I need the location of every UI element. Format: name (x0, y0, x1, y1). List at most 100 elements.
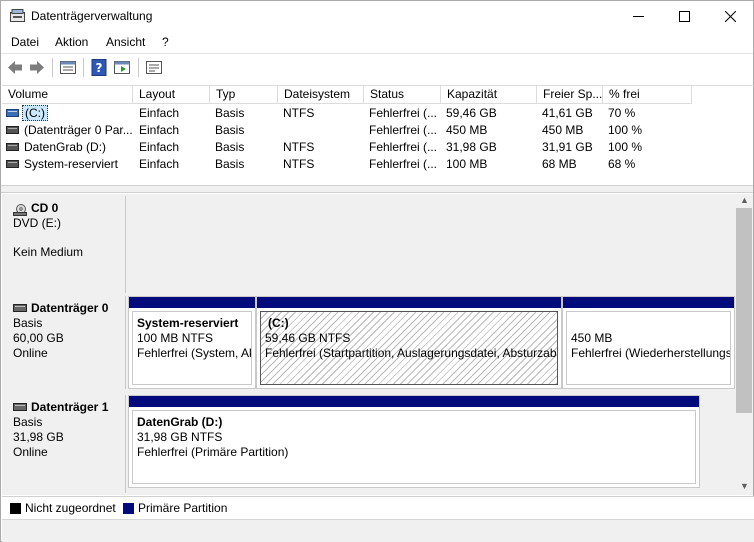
partition-bar (129, 396, 699, 407)
volume-layout: Einfach (139, 157, 180, 171)
menu-bar: Datei Aktion Ansicht ? (1, 32, 753, 52)
partition-recovery[interactable]: 450 MB Fehlerfrei (Wiederherstellungspar… (562, 296, 735, 389)
legend-bar: Nicht zugeordnet Primäre Partition (2, 496, 754, 519)
disk-management-window: Datenträgerverwaltung Datei Aktion Ansic… (0, 0, 754, 542)
minimize-button[interactable] (615, 1, 661, 31)
disk-name-label: CD 0 (31, 201, 59, 215)
volume-status: Fehlerfrei (... (369, 157, 438, 171)
disk-label-disk1[interactable]: Datenträger 1 Basis 31,98 GB Online (4, 395, 126, 493)
disk-name: CD 0 (13, 201, 125, 216)
column-header-volume[interactable]: Volume (2, 86, 133, 104)
legend-swatch-unallocated (10, 503, 21, 514)
help-icon[interactable]: ? (91, 59, 109, 76)
partition-body-selected: (C:) 59,46 GB NTFS Fehlerfrei (Startpart… (260, 311, 558, 385)
partition-bar (257, 297, 561, 308)
forward-arrow-icon[interactable] (28, 59, 46, 76)
partition-system-reserved[interactable]: System-reserviert 100 MB NTFS Fehlerfrei… (128, 296, 256, 389)
svg-text:?: ? (96, 61, 103, 75)
partition-status: Fehlerfrei (Primäre Partition) (137, 445, 289, 459)
disk-name: Datenträger 1 (13, 400, 125, 415)
legend-label-primary: Primäre Partition (138, 501, 228, 515)
legend-swatch-primary (123, 503, 134, 514)
volume-percent-free: 68 % (608, 157, 636, 171)
legend-label-unallocated: Nicht zugeordnet (25, 501, 116, 515)
disk-state: Online (13, 445, 48, 459)
disk-name: Datenträger 0 (13, 301, 125, 316)
hard-disk-icon (13, 403, 27, 411)
volume-percent-free: 70 % (608, 106, 636, 120)
back-arrow-icon[interactable] (6, 59, 24, 76)
volume-name-label: (C:) (22, 105, 48, 121)
volume-list: Volume Layout Typ Dateisystem Status Kap… (2, 85, 754, 185)
table-row[interactable]: System-reserviert Einfach Basis NTFS Feh… (2, 156, 754, 173)
column-header-typ[interactable]: Typ (210, 86, 278, 104)
disk-drive-letter: DVD (E:) (13, 216, 61, 230)
close-button[interactable] (707, 1, 753, 31)
volume-name: System-reserviert (24, 157, 119, 171)
volume-free-space: 31,91 GB (542, 140, 593, 154)
volume-status: Fehlerfrei (... (369, 106, 438, 120)
disk-management-app-icon (10, 9, 25, 22)
table-row[interactable]: (Datenträger 0 Par... Einfach Basis Fehl… (2, 122, 754, 139)
column-header-prozent-frei[interactable]: % frei (603, 86, 692, 104)
partition-title (571, 316, 730, 331)
disk0-partitions: System-reserviert 100 MB NTFS Fehlerfrei… (128, 296, 735, 389)
column-header-layout[interactable]: Layout (133, 86, 210, 104)
settings-list-icon[interactable] (145, 59, 163, 76)
disk-media-status: Kein Medium (13, 245, 84, 259)
properties-icon[interactable] (113, 59, 131, 76)
cd0-media-area (128, 196, 735, 293)
scroll-down-icon[interactable]: ▼ (740, 481, 749, 491)
partition-body: 450 MB Fehlerfrei (Wiederherstellungspar… (566, 311, 731, 385)
disk-label-cd0[interactable]: CD 0 DVD (E:) Kein Medium (4, 196, 126, 293)
list-view-icon[interactable] (59, 59, 77, 76)
partition-title: (C:) (268, 316, 289, 330)
toolbar-separator (138, 58, 139, 77)
volume-layout: Einfach (139, 123, 180, 137)
column-header-status[interactable]: Status (364, 86, 441, 104)
volume-type: Basis (215, 106, 245, 120)
disk-size: 60,00 GB (13, 331, 64, 345)
disk-map-scrollbar[interactable]: ▲ ▼ (735, 194, 753, 495)
disk-map-pane: CD 0 DVD (E:) Kein Medium Datenträger 0 … (2, 194, 735, 495)
partition-c-drive[interactable]: (C:) 59,46 GB NTFS Fehlerfrei (Startpart… (256, 296, 562, 389)
volume-free-space: 450 MB (542, 123, 584, 137)
maximize-button[interactable] (661, 1, 707, 31)
volume-name: (Datenträger 0 Par... (24, 123, 133, 137)
title-bar: Datenträgerverwaltung (1, 1, 753, 31)
partition-size: 450 MB (571, 331, 613, 345)
partition-size: 100 MB NTFS (137, 331, 214, 345)
window-title: Datenträgerverwaltung (31, 9, 153, 23)
column-header-freier-speicher[interactable]: Freier Sp... (537, 86, 603, 104)
partition-size: 59,46 GB NTFS (265, 331, 351, 345)
menu-help[interactable]: ? (162, 35, 169, 49)
partition-body: DatenGrab (D:) 31,98 GB NTFS Fehlerfrei … (132, 410, 696, 484)
volume-type: Basis (215, 140, 245, 154)
table-row[interactable]: (C:) Einfach Basis NTFS Fehlerfrei (... … (2, 105, 754, 122)
hard-disk-icon (13, 304, 27, 312)
status-bar (2, 519, 754, 542)
partition-datengrab[interactable]: DatenGrab (D:) 31,98 GB NTFS Fehlerfrei … (128, 395, 700, 488)
scroll-up-icon[interactable]: ▲ (740, 195, 749, 205)
partition-status: Fehlerfrei (Wiederherstellungspartition) (571, 346, 731, 360)
volume-icon (6, 126, 19, 134)
partition-status: Fehlerfrei (Startpartition, Auslagerungs… (265, 346, 557, 360)
column-header-kapazitaet[interactable]: Kapazität (441, 86, 537, 104)
volume-percent-free: 100 % (608, 140, 643, 154)
partition-bar (563, 297, 734, 308)
volume-free-space: 41,61 GB (542, 106, 593, 120)
column-header-dateisystem[interactable]: Dateisystem (278, 86, 364, 104)
table-row[interactable]: DatenGrab (D:) Einfach Basis NTFS Fehler… (2, 139, 754, 156)
pane-splitter[interactable] (1, 185, 753, 193)
volume-name: (C:) (22, 105, 48, 122)
volume-percent-free: 100 % (608, 123, 643, 137)
volume-layout: Einfach (139, 140, 180, 154)
partition-body: System-reserviert 100 MB NTFS Fehlerfrei… (132, 311, 252, 385)
menu-datei[interactable]: Datei (11, 35, 39, 49)
menu-ansicht[interactable]: Ansicht (106, 35, 145, 49)
scrollbar-thumb[interactable] (736, 208, 752, 413)
disk-label-disk0[interactable]: Datenträger 0 Basis 60,00 GB Online (4, 296, 126, 389)
menu-aktion[interactable]: Aktion (55, 35, 88, 49)
disk-size: 31,98 GB (13, 430, 64, 444)
